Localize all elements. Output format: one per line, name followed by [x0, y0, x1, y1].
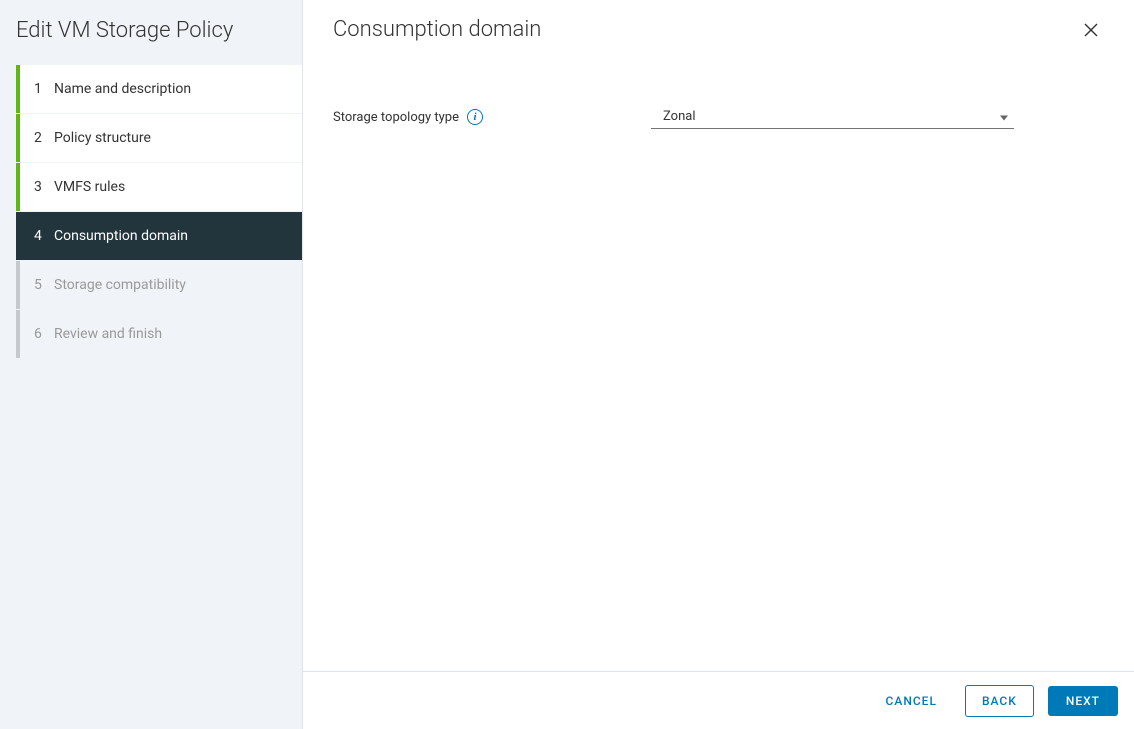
step-number: 6: [34, 326, 54, 342]
wizard-footer: CANCEL BACK NEXT: [303, 671, 1134, 729]
step-name-and-description[interactable]: 1 Name and description: [16, 65, 302, 113]
step-policy-structure[interactable]: 2 Policy structure: [16, 114, 302, 162]
step-label: Policy structure: [54, 130, 151, 146]
step-consumption-domain[interactable]: 4 Consumption domain: [16, 212, 302, 260]
next-button[interactable]: NEXT: [1048, 686, 1118, 716]
close-icon: [1084, 23, 1098, 37]
form-area: Storage topology type i Zonal: [333, 105, 1104, 129]
step-number: 1: [34, 81, 54, 97]
storage-topology-select[interactable]: Zonal: [651, 105, 1014, 129]
step-review-and-finish: 6 Review and finish: [16, 310, 302, 358]
step-label: VMFS rules: [54, 179, 125, 195]
page-title: Consumption domain: [333, 17, 541, 42]
storage-topology-value: Zonal: [663, 109, 695, 124]
step-label: Consumption domain: [54, 228, 188, 244]
wizard-sidebar: Edit VM Storage Policy 1 Name and descri…: [0, 0, 303, 729]
close-button[interactable]: [1078, 17, 1104, 43]
step-number: 3: [34, 179, 54, 195]
step-label: Storage compatibility: [54, 277, 186, 293]
main-content: Consumption domain Storage topology type…: [303, 0, 1134, 729]
back-button[interactable]: BACK: [965, 685, 1034, 717]
step-number: 2: [34, 130, 54, 146]
sidebar-title: Edit VM Storage Policy: [0, 0, 302, 65]
storage-topology-row: Storage topology type i Zonal: [333, 105, 1104, 129]
wizard-steps: 1 Name and description 2 Policy structur…: [0, 65, 302, 359]
storage-topology-label-wrap: Storage topology type i: [333, 109, 651, 125]
main-header: Consumption domain: [333, 17, 1104, 43]
step-number: 5: [34, 277, 54, 293]
step-storage-compatibility: 5 Storage compatibility: [16, 261, 302, 309]
step-vmfs-rules[interactable]: 3 VMFS rules: [16, 163, 302, 211]
storage-topology-label: Storage topology type: [333, 110, 459, 125]
cancel-button[interactable]: CANCEL: [872, 686, 951, 716]
step-number: 4: [34, 228, 54, 244]
info-icon[interactable]: i: [467, 109, 483, 125]
step-label: Name and description: [54, 81, 191, 97]
step-label: Review and finish: [54, 326, 162, 342]
